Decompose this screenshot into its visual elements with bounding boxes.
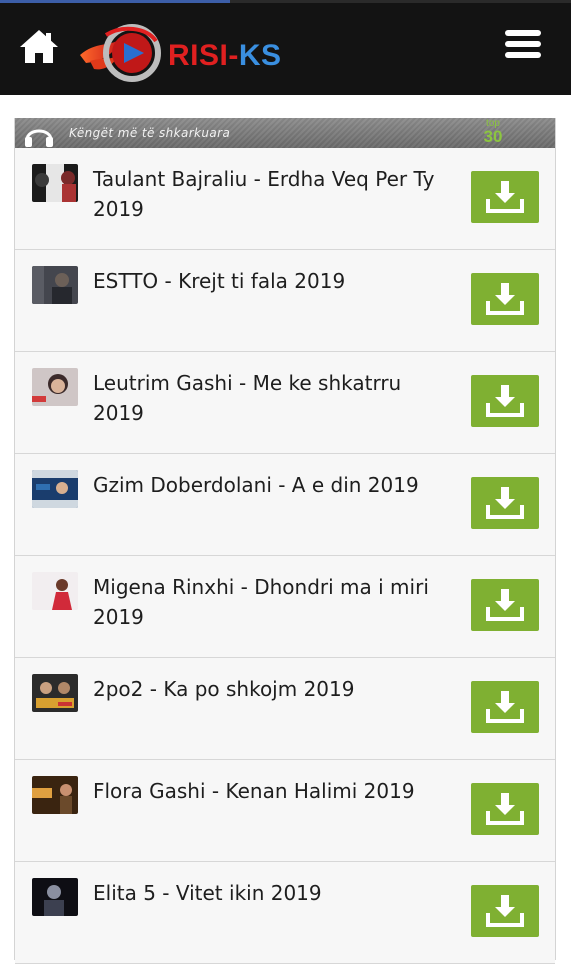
song-thumbnail [32,470,78,508]
song-row[interactable]: 2po2 - Ka po shkojm 2019 [15,658,555,760]
headphones-icon [25,129,53,147]
logo-text-risi: RISI- [168,39,239,72]
download-button[interactable] [471,885,539,937]
song-row[interactable]: Leutrim Gashi - Me ke shkatrru 2019 [15,352,555,454]
menu-button[interactable] [505,30,543,60]
site-logo[interactable]: RISI-KS [76,21,296,85]
section-title: Këngët më të shkarkuara [69,126,231,140]
song-title[interactable]: 2po2 - Ka po shkojm 2019 [93,674,453,704]
download-button[interactable] [471,579,539,631]
song-thumbnail [32,674,78,712]
song-thumbnail [32,776,78,814]
logo-text-ks: KS [238,39,282,72]
download-icon [486,691,524,723]
song-row[interactable]: Migena Rinxhi - Dhondri ma i miri 2019 [15,556,555,658]
hamburger-menu-icon [505,30,543,58]
download-button[interactable] [471,171,539,223]
download-icon [486,589,524,621]
logo-emblem [80,24,161,82]
home-icon [20,30,58,63]
song-row[interactable]: Flora Gashi - Kenan Halimi 2019 [15,760,555,862]
song-title[interactable]: Elita 5 - Vitet ikin 2019 [93,878,453,908]
song-row[interactable]: Gzim Doberdolani - A e din 2019 [15,454,555,556]
top-accent-line [0,0,230,3]
song-row[interactable]: Taulant Bajraliu - Erdha Veq Per Ty 2019 [15,148,555,250]
download-icon [486,283,524,315]
download-button[interactable] [471,681,539,733]
download-icon [486,181,524,213]
song-title[interactable]: Gzim Doberdolani - A e din 2019 [93,470,453,500]
song-thumbnail [32,368,78,406]
song-title[interactable]: Flora Gashi - Kenan Halimi 2019 [93,776,453,806]
most-downloaded-section: Këngët më të shkarkuara top 30 Taulant B… [14,118,556,964]
song-list: Taulant Bajraliu - Erdha Veq Per Ty 2019… [15,148,555,964]
download-button[interactable] [471,375,539,427]
song-title[interactable]: Leutrim Gashi - Me ke shkatrru 2019 [93,368,453,428]
song-row[interactable]: ESTTO - Krejt ti fala 2019 [15,250,555,352]
song-thumbnail [32,266,78,304]
song-title[interactable]: ESTTO - Krejt ti fala 2019 [93,266,453,296]
download-button[interactable] [471,783,539,835]
download-icon [486,793,524,825]
song-thumbnail [32,572,78,610]
song-thumbnail [32,878,78,916]
song-title[interactable]: Taulant Bajraliu - Erdha Veq Per Ty 2019 [93,164,453,224]
home-button[interactable] [18,27,60,67]
download-icon [486,487,524,519]
logo-text: RISI-KS [168,39,282,73]
song-thumbnail [32,164,78,202]
top-badge-number: 30 [483,127,503,146]
download-button[interactable] [471,477,539,529]
download-icon [486,895,524,927]
top-navigation-bar: RISI-KS [0,0,571,95]
download-icon [486,385,524,417]
download-button[interactable] [471,273,539,325]
song-title[interactable]: Migena Rinxhi - Dhondri ma i miri 2019 [93,572,453,632]
section-header: Këngët më të shkarkuara top 30 [15,118,555,148]
song-row[interactable]: Elita 5 - Vitet ikin 2019 [15,862,555,964]
top-30-badge: top 30 [477,119,509,147]
